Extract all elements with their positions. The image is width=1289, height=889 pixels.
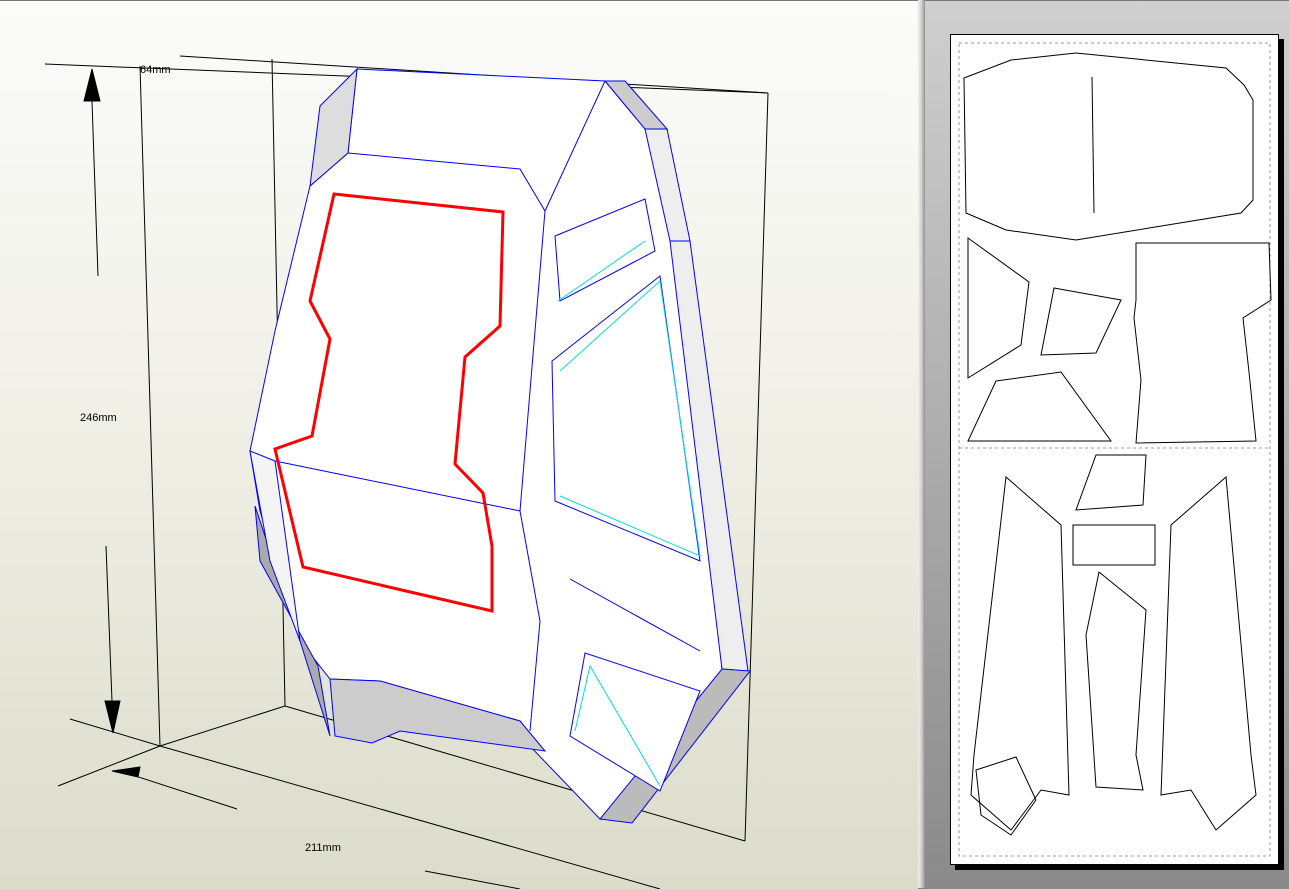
depth-dimension-label: 64mm bbox=[140, 64, 171, 76]
2d-pattern-pane[interactable] bbox=[925, 0, 1289, 889]
model-canvas[interactable] bbox=[0, 1, 918, 889]
width-dimension-label: 211mm bbox=[305, 842, 341, 854]
print-page bbox=[950, 34, 1279, 865]
pattern-parts[interactable] bbox=[951, 35, 1278, 864]
height-dimension-label: 246mm bbox=[80, 412, 117, 424]
3d-model[interactable] bbox=[249, 67, 751, 824]
3d-view-pane[interactable]: 64mm 246mm 211mm bbox=[0, 0, 918, 889]
pane-splitter[interactable] bbox=[918, 0, 925, 888]
